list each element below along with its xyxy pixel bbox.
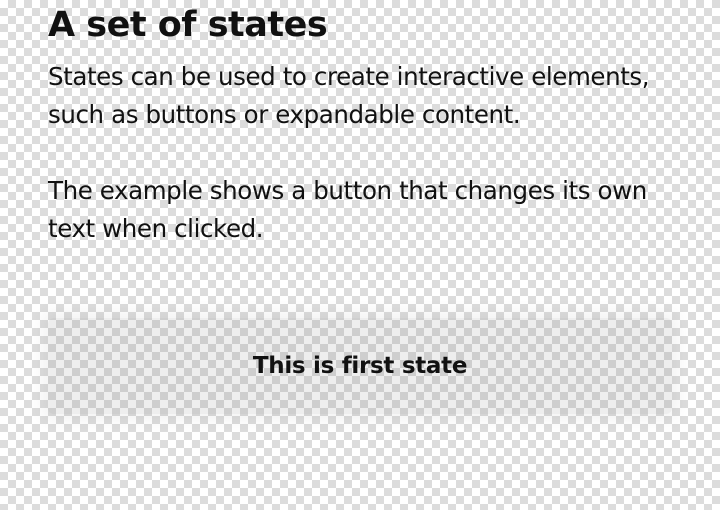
example-paragraph: The example shows a button that changes …: [48, 176, 647, 243]
state-toggle-button[interactable]: This is first state: [48, 318, 672, 414]
page-title: A set of states: [48, 5, 328, 45]
intro-paragraph: States can be used to create interactive…: [48, 62, 650, 129]
state-button-label: This is first state: [252, 353, 468, 379]
content-area: A set of states States can be used to cr…: [48, 2, 688, 248]
